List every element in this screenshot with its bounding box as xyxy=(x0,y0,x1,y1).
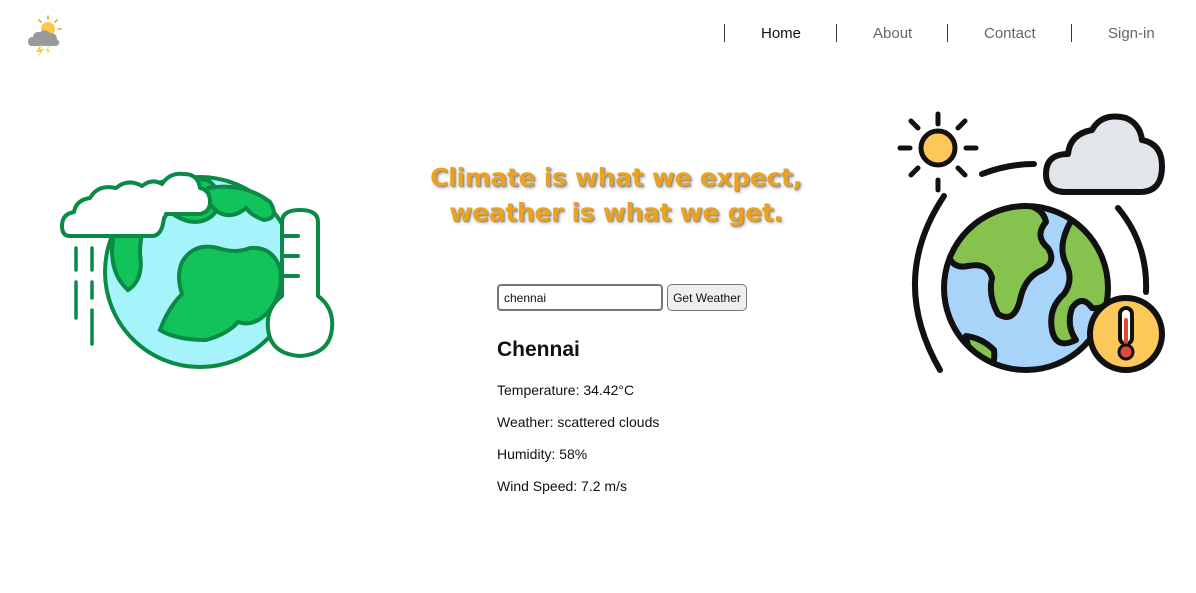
nav-divider xyxy=(947,24,948,42)
earth-cloud-thermometer-icon xyxy=(58,158,338,372)
nav-about-link[interactable]: About xyxy=(873,24,912,44)
nav-divider xyxy=(1071,24,1072,42)
main-nav: Home About Contact Sign-in xyxy=(0,22,1196,46)
result-temperature: Temperature: 34.42°C xyxy=(497,382,635,398)
nav-home-link[interactable]: Home xyxy=(761,24,801,44)
result-wind-speed: Wind Speed: 7.2 m/s xyxy=(497,478,627,494)
quote-line-1: Climate is what we expect, xyxy=(430,163,802,192)
result-weather: Weather: scattered clouds xyxy=(497,414,660,430)
nav-divider xyxy=(836,24,837,42)
nav-divider xyxy=(724,24,725,42)
result-humidity: Humidity: 58% xyxy=(497,446,588,462)
weather-app-page: Home About Contact Sign-in Climate is wh… xyxy=(0,0,1196,593)
nav-signin-link[interactable]: Sign-in xyxy=(1108,24,1155,44)
quote-line-2: weather is what we get. xyxy=(449,198,783,227)
nav-contact-link[interactable]: Contact xyxy=(984,24,1036,44)
get-weather-button[interactable]: Get Weather xyxy=(667,284,747,311)
earth-sun-cloud-thermometer-icon xyxy=(896,104,1170,380)
result-city-name: Chennai xyxy=(497,338,580,361)
weather-quote: Climate is what we expect, weather is wh… xyxy=(420,160,812,230)
city-search-input[interactable] xyxy=(497,284,663,311)
